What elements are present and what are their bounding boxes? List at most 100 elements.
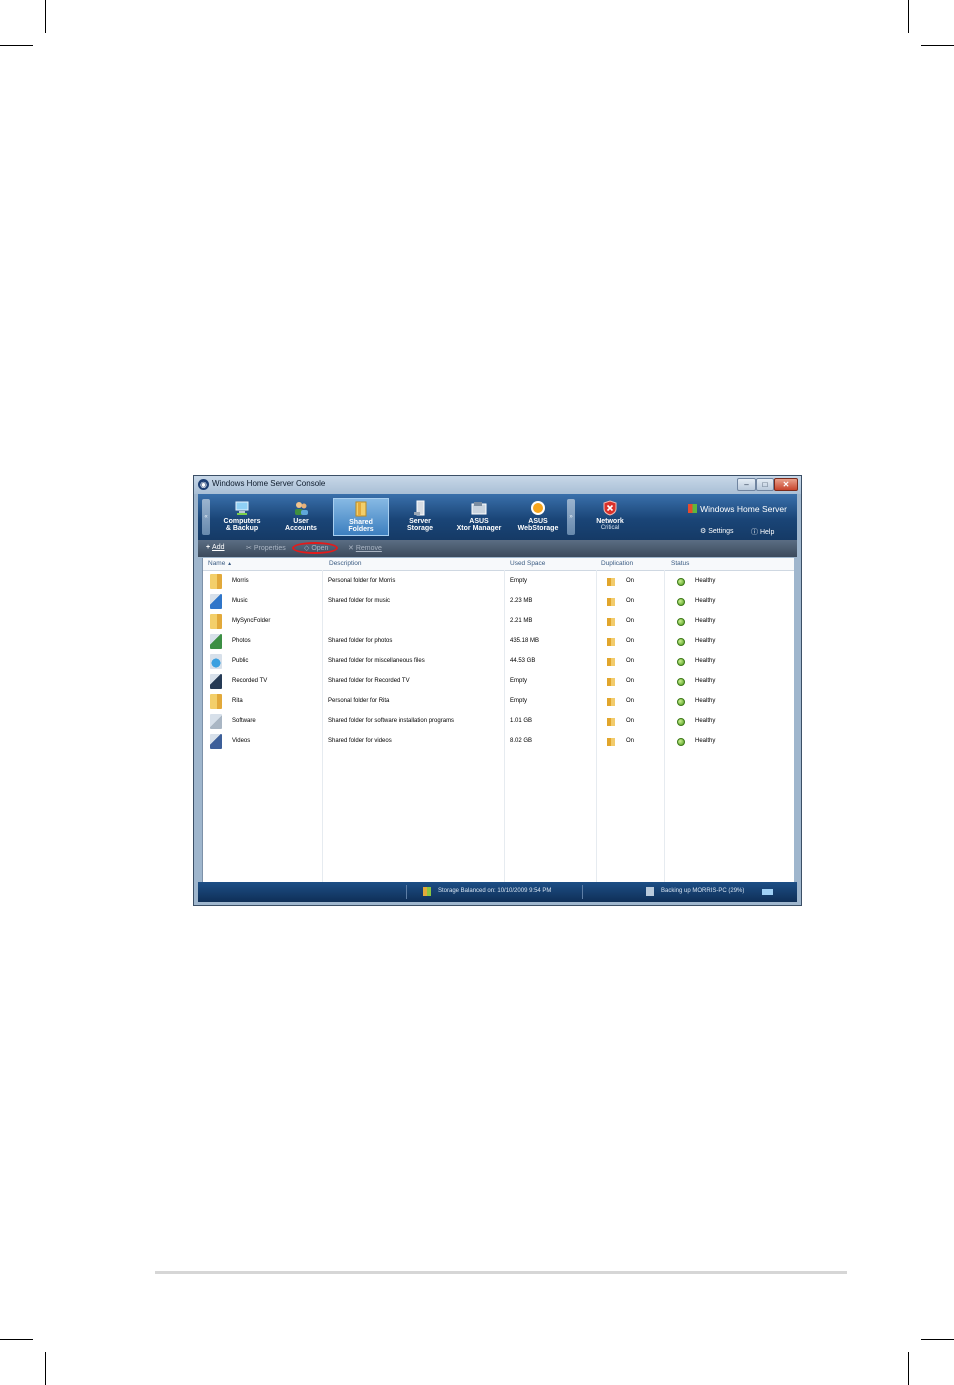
column-header-used-space[interactable]: Used Space xyxy=(510,560,545,567)
healthy-status-icon xyxy=(677,678,685,686)
crop-mark xyxy=(45,0,46,33)
folder-description: Shared folder for Recorded TV xyxy=(328,678,410,684)
settings-label: Settings xyxy=(708,528,734,535)
crop-mark xyxy=(908,1352,909,1385)
tab-label: Computers & Backup xyxy=(223,518,261,532)
network-label: Network xyxy=(596,518,624,525)
backup-status-text: Backing up MORRIS-PC (29%) xyxy=(661,888,745,894)
minimize-button[interactable]: – xyxy=(737,478,756,491)
status-value: Healthy xyxy=(695,718,716,724)
status-value: Healthy xyxy=(695,638,716,644)
duplication-icon xyxy=(607,618,615,626)
folder-description: Personal folder for Rita xyxy=(328,698,390,704)
recorded-tv-folder-icon xyxy=(210,674,222,689)
status-value: Healthy xyxy=(695,658,716,664)
duplication-value: On xyxy=(626,718,635,724)
column-header-description[interactable]: Description xyxy=(329,560,362,567)
column-header-duplication[interactable]: Duplication xyxy=(601,560,633,567)
table-row[interactable]: MySyncFolder 2.21 MB On Healthy xyxy=(203,612,794,632)
duplication-icon xyxy=(607,658,615,666)
help-link[interactable]: ⓘ Help xyxy=(751,527,774,537)
folder-description: Shared folder for videos xyxy=(328,738,392,744)
used-space: 2.23 MB xyxy=(510,598,533,604)
scroll-right-button[interactable]: » xyxy=(567,499,575,535)
tab-shared-folders[interactable]: Shared Folders xyxy=(333,498,389,536)
duplication-value: On xyxy=(626,698,635,704)
folder-description: Shared folder for photos xyxy=(328,638,393,644)
table-row[interactable]: Rita Personal folder for Rita Empty On Healt… xyxy=(203,692,794,712)
maximize-button[interactable]: □ xyxy=(756,478,774,491)
tab-asus-xtor-manager[interactable]: ASUS Xtor Manager xyxy=(451,498,507,536)
tab-asus-webstorage[interactable]: ASUS WebStorage xyxy=(510,498,566,536)
settings-icon: ⚙ xyxy=(700,528,709,535)
highlight-circle xyxy=(292,542,338,554)
table-row[interactable]: Videos Shared folder for videos 8.02 GB On H… xyxy=(203,732,794,752)
status-value: Healthy xyxy=(695,678,716,684)
music-folder-icon xyxy=(210,594,222,609)
table-row[interactable]: Software Shared folder for software insta… xyxy=(203,712,794,732)
status-divider xyxy=(582,885,583,899)
table-row[interactable]: Music Shared folder for music 2.23 MB On Hea… xyxy=(203,592,794,612)
table-row[interactable]: Recorded TV Shared folder for Recorded TV… xyxy=(203,672,794,692)
column-header-name[interactable]: Name ▲ xyxy=(208,560,232,567)
duplication-icon xyxy=(607,598,615,606)
backup-icon xyxy=(646,887,654,896)
close-button[interactable]: ✕ xyxy=(774,478,798,491)
properties-button[interactable]: ✂ Properties xyxy=(246,544,286,552)
remove-icon: ✕ xyxy=(348,545,356,552)
status-value: Healthy xyxy=(695,578,716,584)
tab-label: User Accounts xyxy=(285,518,317,532)
tab-label: ASUS Xtor Manager xyxy=(456,518,502,532)
folder-name: Morris xyxy=(232,578,249,584)
settings-link[interactable]: ⚙ Settings xyxy=(700,527,734,535)
folder-name: Software xyxy=(232,718,256,724)
help-icon: ⓘ xyxy=(751,529,760,536)
window-title: Windows Home Server Console xyxy=(212,479,326,488)
properties-label: Properties xyxy=(253,545,286,552)
scroll-left-button[interactable]: « xyxy=(202,499,210,535)
used-space: 2.21 MB xyxy=(510,618,533,624)
crop-mark xyxy=(921,45,954,46)
folder-name: Videos xyxy=(232,738,251,744)
duplication-icon xyxy=(607,638,615,646)
folder-name: Public xyxy=(232,658,249,664)
duplication-value: On xyxy=(626,658,635,664)
folder-name: Rita xyxy=(232,698,243,704)
console-window: ◉ Windows Home Server Console – □ ✕ « Co… xyxy=(193,475,802,906)
tab-user-accounts[interactable]: User Accounts xyxy=(273,498,329,536)
remove-label: Remove xyxy=(355,545,382,552)
add-button[interactable]: + Add xyxy=(206,544,225,551)
folder-description: Personal folder for Morris xyxy=(328,578,396,584)
tab-label: ASUS WebStorage xyxy=(517,518,559,532)
toolbar: + Add ✂ Properties ◇ Open ✕ Remove xyxy=(198,540,797,557)
column-header-status[interactable]: Status xyxy=(671,560,689,567)
footer-divider xyxy=(155,1271,847,1274)
duplication-icon xyxy=(607,678,615,686)
used-space: 44.53 GB xyxy=(510,658,536,664)
used-space: 435.18 MB xyxy=(510,638,540,644)
windows-flag-icon xyxy=(688,504,698,513)
tab-computers-backup[interactable]: Computers & Backup xyxy=(214,498,270,536)
duplication-value: On xyxy=(626,618,635,624)
server-storage-icon xyxy=(414,500,425,516)
folder-name: Recorded TV xyxy=(232,678,268,684)
help-label: Help xyxy=(759,529,775,536)
navigation-bar: « Computers & Backup User Accounts Share… xyxy=(198,494,797,540)
tab-server-storage[interactable]: Server Storage xyxy=(392,498,448,536)
table-row[interactable]: Morris Personal folder for Morris Empty On H… xyxy=(203,572,794,592)
folder-name: Photos xyxy=(232,638,251,644)
remove-button[interactable]: ✕ Remove xyxy=(348,544,382,552)
network-critical-icon xyxy=(603,500,617,516)
folder-description: Shared folder for miscellaneous files xyxy=(328,658,425,664)
table-row[interactable]: Photos Shared folder for photos 435.18 MB O… xyxy=(203,632,794,652)
public-folder-icon xyxy=(210,654,222,669)
tray-icon[interactable] xyxy=(762,889,773,895)
computers-backup-icon xyxy=(235,501,249,515)
software-folder-icon xyxy=(210,714,222,729)
table-row[interactable]: Public Shared folder for miscellaneous fi… xyxy=(203,652,794,672)
personal-folder-icon xyxy=(210,614,222,629)
duplication-value: On xyxy=(626,578,635,584)
storage-status-text: Storage Balanced on: 10/10/2009 9:54 PM xyxy=(438,888,552,894)
xtor-manager-icon xyxy=(471,502,487,515)
tab-network-status[interactable]: Network Critical xyxy=(582,498,638,536)
